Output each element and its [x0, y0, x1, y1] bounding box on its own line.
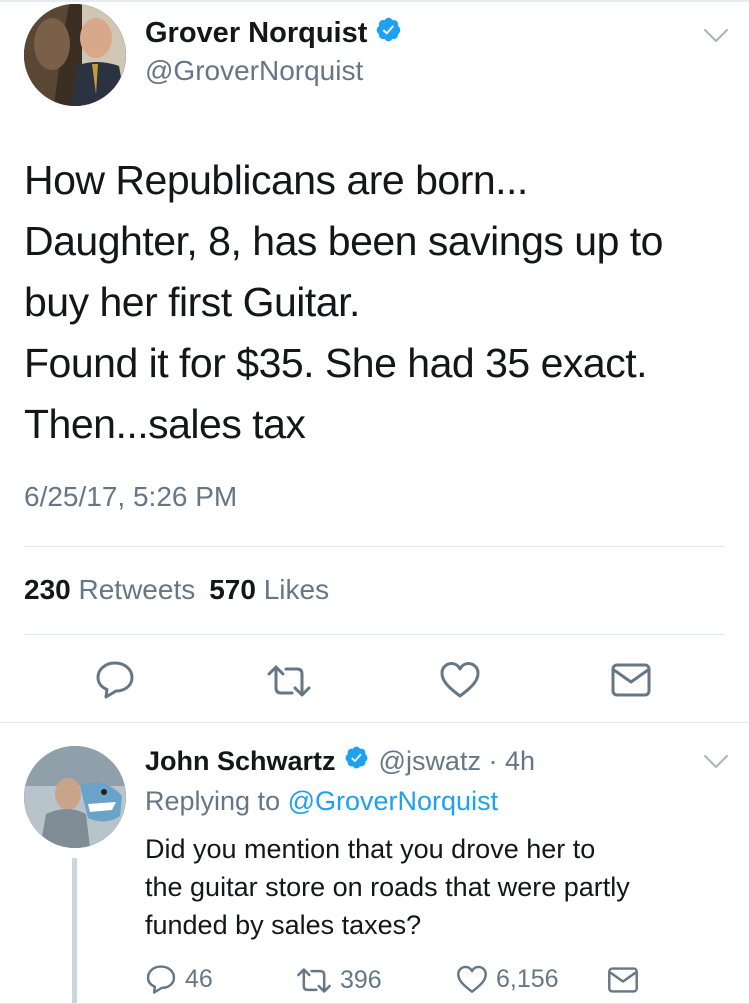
replying-to-line: Replying to @GroverNorquist: [145, 786, 498, 817]
top-divider: [0, 0, 749, 2]
reply-retweet-button[interactable]: 396: [296, 966, 382, 995]
thread-connector-line: [72, 858, 77, 1004]
reply-author-handle-time[interactable]: @jswatz · 4h: [379, 746, 535, 777]
verified-badge-icon: [375, 16, 402, 51]
reply-text-line: the guitar store on roads that were part…: [145, 872, 630, 902]
chevron-down-icon[interactable]: [703, 754, 729, 770]
reply-icon: [146, 965, 176, 994]
tweet-timestamp[interactable]: 6/25/17, 5:26 PM: [24, 481, 237, 513]
reply-author-avatar[interactable]: [24, 746, 126, 848]
reply-author-name[interactable]: John Schwartz: [145, 746, 336, 777]
reply-text-line: Did you mention that you drove her to: [145, 834, 596, 864]
retweets-label: Retweets: [78, 574, 196, 605]
retweet-button[interactable]: [266, 664, 312, 698]
retweet-icon: [297, 968, 331, 993]
reply-like-button[interactable]: 6,156: [456, 964, 559, 995]
author-name-row[interactable]: Grover Norquist: [145, 16, 402, 51]
reply-count: 46: [185, 965, 213, 993]
divider: [24, 634, 725, 635]
divider: [0, 722, 749, 723]
likes-label: Likes: [263, 574, 330, 605]
reply-reply-button[interactable]: 46: [145, 964, 213, 995]
author-avatar[interactable]: [24, 4, 126, 106]
tweet-detail-page: Grover Norquist @GroverNorquist How Repu…: [0, 0, 749, 1004]
replying-to-mention-link[interactable]: @GroverNorquist: [288, 786, 498, 816]
direct-message-icon: [611, 663, 651, 697]
tweet-text-line: How Republicans are born...: [24, 157, 528, 203]
chevron-down-icon[interactable]: [703, 28, 729, 44]
replying-to-prefix: Replying to: [145, 786, 281, 816]
tweet-text-line: Then...sales tax: [24, 401, 306, 447]
tweet-text-line: buy her first Guitar.: [24, 279, 360, 325]
author-name[interactable]: Grover Norquist: [145, 17, 367, 50]
reply-tweet-text: Did you mention that you drove her to th…: [145, 830, 735, 944]
retweets-count: 230: [24, 574, 71, 605]
like-count: 6,156: [496, 965, 559, 993]
author-handle[interactable]: @GroverNorquist: [145, 55, 363, 87]
retweets-stat[interactable]: 230 Retweets: [24, 574, 195, 605]
verified-badge-icon: [344, 745, 369, 777]
like-heart-icon: [440, 662, 480, 698]
engagement-stats: 230 Retweets 570 Likes: [24, 574, 329, 606]
reply-direct-message-button[interactable]: [607, 966, 639, 994]
retweet-icon: [267, 665, 311, 697]
divider: [24, 546, 725, 547]
retweet-count: 396: [340, 966, 382, 994]
likes-count: 570: [209, 574, 256, 605]
like-button[interactable]: [439, 660, 481, 700]
direct-message-icon: [608, 967, 638, 993]
tweet-text-line: Daughter, 8, has been savings up to: [24, 218, 663, 264]
direct-message-button[interactable]: [610, 662, 652, 698]
likes-stat[interactable]: 570 Likes: [209, 574, 329, 605]
tweet-text: How Republicans are born... Daughter, 8,…: [24, 150, 724, 455]
tweet-text-line: Found it for $35. She had 35 exact.: [24, 340, 648, 386]
reply-text-line: funded by sales taxes?: [145, 910, 422, 940]
reply-author-name-row[interactable]: John Schwartz @jswatz · 4h: [145, 745, 535, 777]
reply-button[interactable]: [94, 660, 136, 700]
reply-icon: [96, 661, 134, 699]
like-heart-icon: [457, 965, 487, 993]
